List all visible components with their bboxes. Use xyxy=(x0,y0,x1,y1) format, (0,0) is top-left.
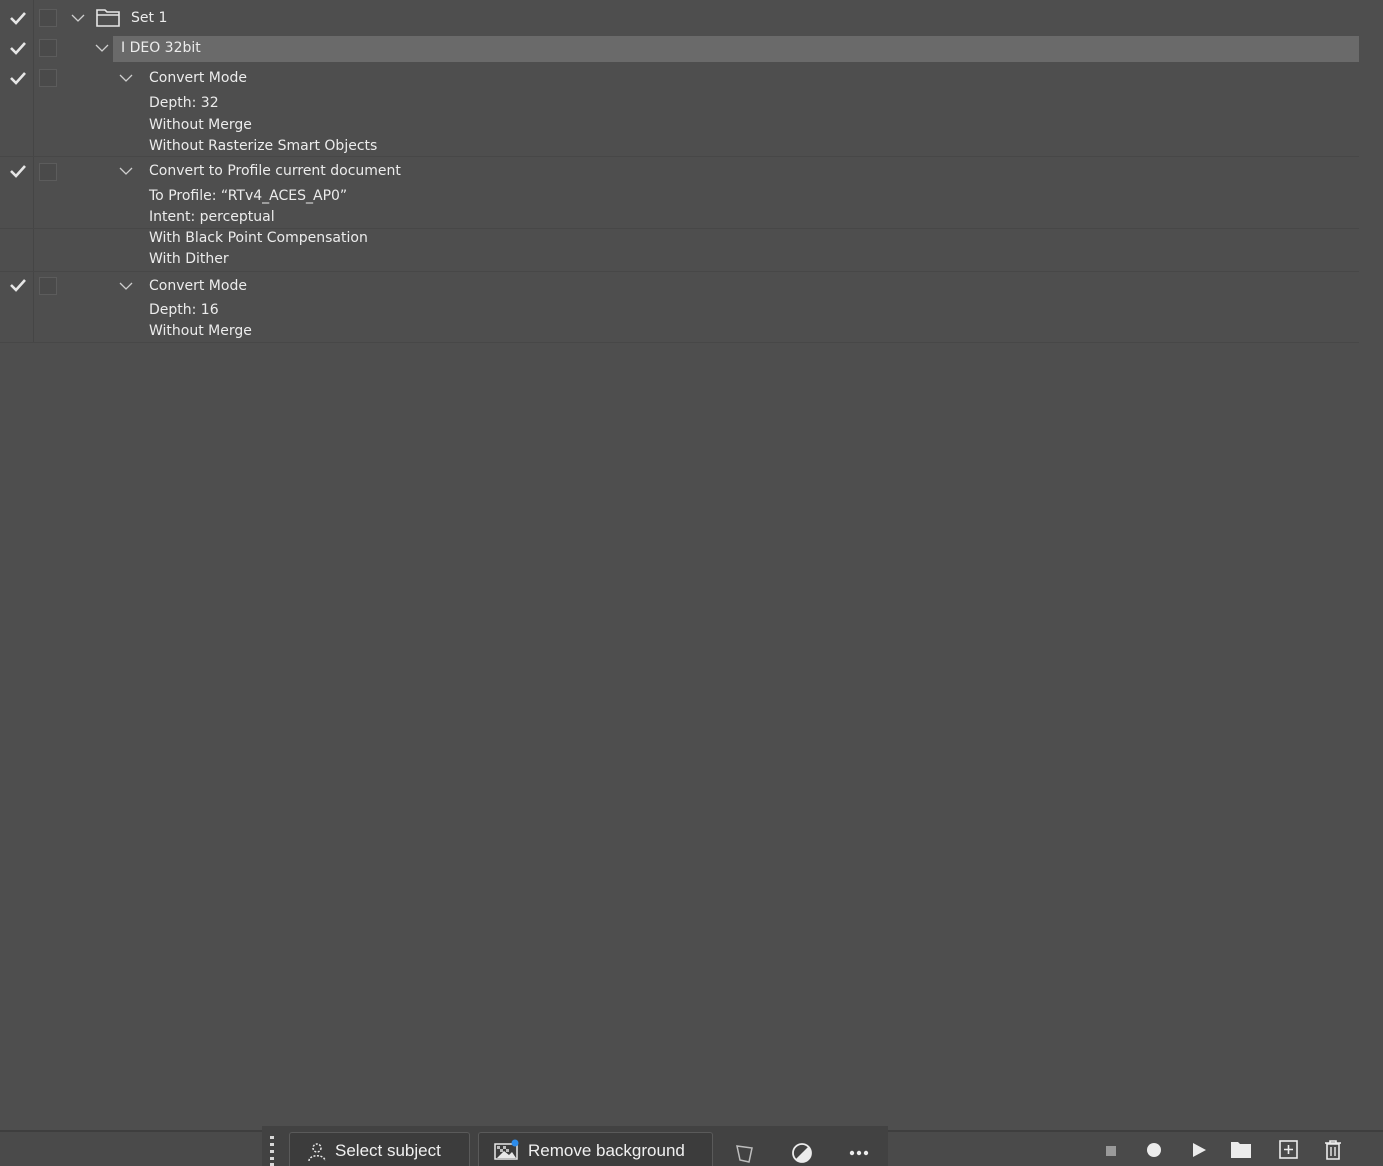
play-icon[interactable] xyxy=(1190,1141,1208,1159)
remove-background-button[interactable]: Remove background xyxy=(478,1132,713,1166)
step-row[interactable]: Convert Mode Depth: 16 Without Merge xyxy=(0,272,1359,342)
checkmark-icon[interactable] xyxy=(9,278,27,292)
dialog-toggle-box[interactable] xyxy=(39,69,57,87)
drag-handle-icon[interactable] xyxy=(268,1134,276,1166)
selected-highlight xyxy=(113,36,1359,62)
step-row[interactable]: Convert Mode Depth: 32 Without Merge Wit… xyxy=(0,64,1359,157)
action-label: I DEO 32bit xyxy=(121,40,201,56)
folder-icon xyxy=(96,9,120,27)
step-detail: To Profile: “RTv4_ACES_AP0” xyxy=(149,188,348,204)
step-title: Convert to Profile current document xyxy=(149,163,401,179)
checkmark-icon[interactable] xyxy=(9,41,27,55)
step-title: Convert Mode xyxy=(149,278,247,294)
action-set-label: Set 1 xyxy=(131,10,168,26)
step-detail: Depth: 32 xyxy=(149,95,219,111)
more-options-icon[interactable] xyxy=(848,1148,870,1158)
select-subject-icon xyxy=(308,1143,326,1162)
dialog-toggle-box[interactable] xyxy=(39,163,57,181)
actions-panel: Set 1 I DEO 32bit Convert Mode Depth: 32… xyxy=(0,0,1383,1130)
chevron-down-icon[interactable] xyxy=(119,73,133,83)
new-action-icon[interactable] xyxy=(1278,1139,1300,1161)
chevron-down-icon[interactable] xyxy=(71,13,85,23)
dialog-toggle-box[interactable] xyxy=(39,277,57,295)
step-detail: Without Merge xyxy=(149,117,252,133)
scrollbar[interactable] xyxy=(1359,0,1383,1130)
step-detail: With Black Point Compensation xyxy=(149,230,368,246)
step-detail: Without Merge xyxy=(149,323,252,339)
dialog-toggle-box[interactable] xyxy=(39,9,57,27)
new-set-icon[interactable] xyxy=(1230,1140,1252,1160)
step-title: Convert Mode xyxy=(149,70,247,86)
record-icon[interactable] xyxy=(1145,1141,1163,1159)
adjustment-layer-icon[interactable] xyxy=(791,1142,813,1164)
checkmark-icon[interactable] xyxy=(9,164,27,178)
action-row[interactable]: I DEO 32bit xyxy=(0,34,1359,64)
transform-selection-icon[interactable] xyxy=(734,1142,756,1164)
chevron-down-icon[interactable] xyxy=(95,43,109,53)
checkmark-icon[interactable] xyxy=(9,11,27,25)
chevron-down-icon[interactable] xyxy=(119,166,133,176)
remove-background-icon xyxy=(494,1139,519,1160)
step-detail: With Dither xyxy=(149,251,229,267)
select-subject-button[interactable]: Select subject xyxy=(289,1132,470,1166)
stop-icon[interactable] xyxy=(1103,1143,1119,1159)
delete-icon[interactable] xyxy=(1323,1139,1343,1161)
row-separator xyxy=(0,342,1359,343)
step-detail: Intent: perceptual xyxy=(149,209,275,225)
remove-background-label: Remove background xyxy=(528,1141,685,1160)
action-set-row[interactable]: Set 1 xyxy=(0,0,1359,34)
checkmark-icon[interactable] xyxy=(9,71,27,85)
step-detail: Depth: 16 xyxy=(149,302,219,318)
dialog-toggle-box[interactable] xyxy=(39,39,57,57)
chevron-down-icon[interactable] xyxy=(119,281,133,291)
step-detail: Without Rasterize Smart Objects xyxy=(149,138,378,154)
select-subject-label: Select subject xyxy=(335,1141,441,1160)
step-row[interactable]: Convert to Profile current document To P… xyxy=(0,157,1359,271)
